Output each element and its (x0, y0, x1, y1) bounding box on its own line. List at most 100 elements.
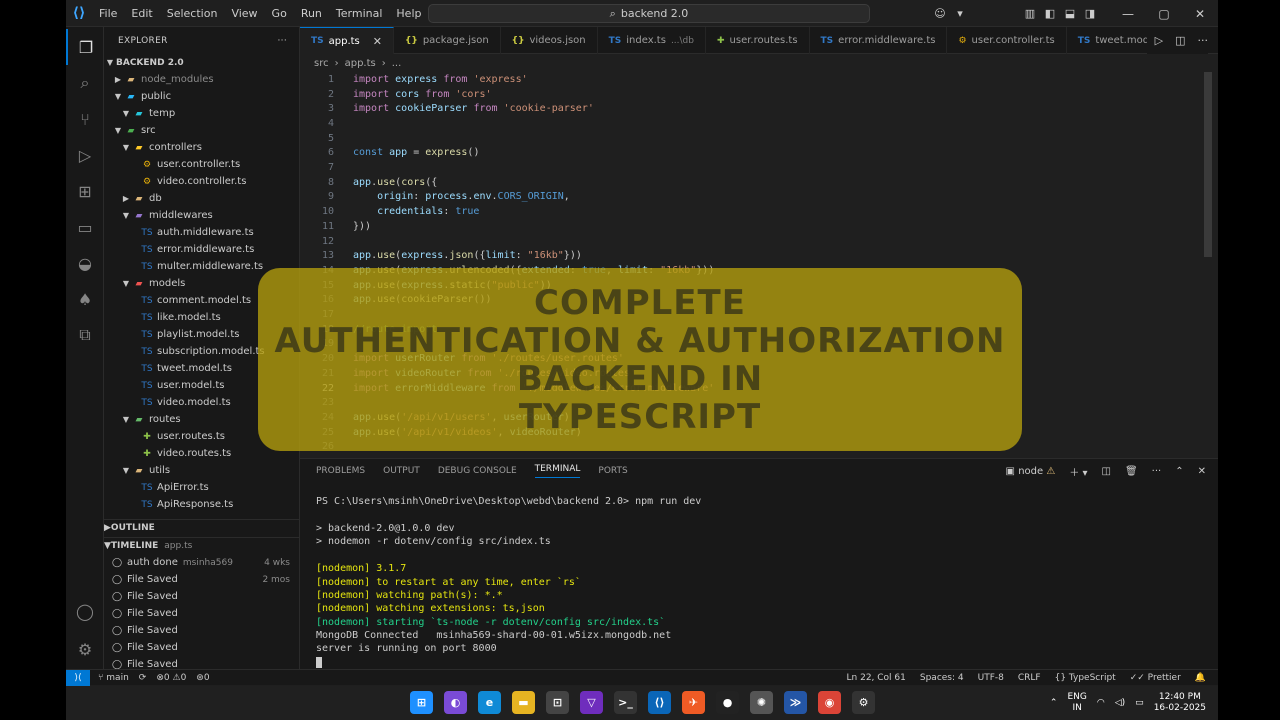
battery-icon[interactable]: ▭ (1135, 698, 1144, 708)
tab-user-routes-ts[interactable]: ✚ user.routes.ts (706, 27, 810, 54)
menu-file[interactable]: File (92, 0, 124, 27)
run-debug-icon[interactable]: ▷ (66, 137, 104, 173)
notifications-icon[interactable]: 🔔 (1195, 673, 1206, 683)
encoding[interactable]: UTF-8 (978, 673, 1004, 683)
split-editor-icon[interactable]: ◫ (1175, 34, 1185, 47)
tree-item[interactable]: ▼ ▰ controllers (104, 139, 299, 156)
app-grid-icon[interactable]: ⊡ (546, 691, 569, 714)
maximize-icon[interactable]: ▢ (1146, 7, 1182, 21)
tree-item[interactable]: ▼ ▰ src (104, 122, 299, 139)
file-explorer-icon[interactable]: ▬ (512, 691, 535, 714)
source-control-icon[interactable]: ⑂ (66, 101, 104, 137)
timeline-entry[interactable]: ◯ File Saved (104, 656, 299, 669)
problems-status[interactable]: ⊗0 ⚠0 (156, 673, 186, 683)
layout-icon[interactable]: ▥ (1020, 7, 1040, 20)
timeline-entry[interactable]: ◯ File Saved (104, 639, 299, 656)
timeline-entry[interactable]: ◯ File Saved 2 mos (104, 571, 299, 588)
github-desktop-icon[interactable]: ● (716, 691, 739, 714)
timeline-entry[interactable]: ◯ auth done msinha569 4 wks (104, 554, 299, 571)
tree-item[interactable]: TS ApiError.ts (104, 479, 299, 496)
new-terminal-icon[interactable]: ＋ ▾ (1069, 464, 1087, 479)
timeline-entry[interactable]: ◯ File Saved (104, 588, 299, 605)
breadcrumb-item[interactable]: ... (392, 58, 402, 69)
toggle-sidebar-icon[interactable]: ◧ (1040, 7, 1060, 20)
menu-edit[interactable]: Edit (124, 0, 159, 27)
tab-error-middleware-ts[interactable]: TS error.middleware.ts (810, 27, 948, 54)
settings-icon[interactable]: ⚙ (852, 691, 875, 714)
split-terminal-icon[interactable]: ◫ (1102, 466, 1111, 477)
close-icon[interactable]: ✕ (1182, 7, 1218, 21)
outline-section-header[interactable]: ▶ OUTLINE (104, 519, 299, 536)
maximize-panel-icon[interactable]: ⌃ (1175, 466, 1183, 477)
tree-item[interactable]: ▼ ▰ public (104, 88, 299, 105)
tree-item[interactable]: ⚙ user.controller.ts (104, 156, 299, 173)
tree-item[interactable]: TS ApiResponse.ts (104, 496, 299, 513)
account-icon[interactable]: ◯ (66, 593, 104, 629)
indentation[interactable]: Spaces: 4 (920, 673, 964, 683)
menu-selection[interactable]: Selection (160, 0, 225, 27)
breadcrumb-item[interactable]: app.ts (345, 58, 376, 69)
close-panel-icon[interactable]: ✕ (1198, 466, 1206, 477)
copilot-icon[interactable]: ◐ (444, 691, 467, 714)
tree-item[interactable]: ▼ ▰ utils (104, 462, 299, 479)
panel-tab-output[interactable]: OUTPUT (383, 466, 420, 476)
panel-tab-ports[interactable]: PORTS (598, 466, 627, 476)
edge-icon[interactable]: e (478, 691, 501, 714)
tab-index-ts[interactable]: TS index.ts ...\db (598, 27, 706, 54)
tab-user-controller-ts[interactable]: ⚙ user.controller.ts (947, 27, 1067, 54)
more-actions-icon[interactable]: ··· (1198, 34, 1209, 47)
tree-item[interactable]: ⚙ video.controller.ts (104, 173, 299, 190)
database-icon[interactable]: ⧉ (66, 317, 104, 353)
terminal-instance[interactable]: ▣ node ⚠ (1006, 466, 1056, 477)
prettier-status[interactable]: ✓✓ Prettier (1130, 673, 1181, 683)
copilot-icon[interactable]: ☺ (930, 7, 950, 20)
volume-icon[interactable]: ◁) (1115, 698, 1125, 708)
menu-go[interactable]: Go (265, 0, 294, 27)
timeline-entry[interactable]: ◯ File Saved (104, 605, 299, 622)
cursor-position[interactable]: Ln 22, Col 61 (847, 673, 906, 683)
toggle-secondary-sidebar-icon[interactable]: ◨ (1080, 7, 1100, 20)
wifi-icon[interactable]: ◠ (1097, 698, 1105, 708)
more-actions-icon[interactable]: ··· (278, 36, 287, 46)
postman-icon[interactable]: ✈ (682, 691, 705, 714)
chevron-up-icon[interactable]: ⌃ (1050, 698, 1058, 708)
editor-scrollbar[interactable] (1204, 72, 1212, 257)
tree-item[interactable]: ▶ ▰ db (104, 190, 299, 207)
timeline-section-header[interactable]: ▼ TIMELINE app.ts (104, 537, 299, 554)
timeline-entry[interactable]: ◯ File Saved (104, 622, 299, 639)
menu-view[interactable]: View (224, 0, 264, 27)
tab-app-ts[interactable]: TS app.ts ✕ (300, 27, 394, 54)
tree-item[interactable]: ▼ ▰ temp (104, 105, 299, 122)
language-indicator[interactable]: ENG IN (1067, 692, 1086, 714)
tree-item[interactable]: ▼ ▰ middlewares (104, 207, 299, 224)
menu-terminal[interactable]: Terminal (329, 0, 390, 27)
tree-item[interactable]: TS error.middleware.ts (104, 241, 299, 258)
close-tab-icon[interactable]: ✕ (373, 35, 382, 48)
clock[interactable]: 12:40 PM 16-02-2025 (1154, 692, 1206, 714)
mongodb-leaf-icon[interactable]: ♠ (66, 281, 104, 317)
vpn-icon[interactable]: ▽ (580, 691, 603, 714)
panel-tab-debug-console[interactable]: DEBUG CONSOLE (438, 466, 517, 476)
tab-package-json[interactable]: {} package.json (394, 27, 501, 54)
vscode-icon[interactable]: ⟨⟩ (648, 691, 671, 714)
chrome-icon[interactable]: ◉ (818, 691, 841, 714)
ports-status[interactable]: ⊛0 (196, 673, 209, 683)
trash-icon[interactable]: 🗑 (1125, 466, 1138, 477)
sync-icon[interactable]: ⟳ (139, 673, 147, 683)
extensions-icon[interactable]: ⊞ (66, 173, 104, 209)
branch-status[interactable]: ⑂ main (98, 673, 129, 683)
gear-icon[interactable]: ⚙ (66, 631, 104, 667)
powershell-icon[interactable]: ≫ (784, 691, 807, 714)
minimize-icon[interactable]: — (1110, 7, 1146, 21)
project-root[interactable]: ▼ BACKEND 2.0 (104, 54, 299, 71)
remote-explorer-icon[interactable]: ▭ (66, 209, 104, 245)
line-ending[interactable]: CRLF (1018, 673, 1041, 683)
panel-tab-terminal[interactable]: TERMINAL (534, 464, 581, 478)
docker-icon[interactable]: ◒ (66, 245, 104, 281)
tree-item[interactable]: TS auth.middleware.ts (104, 224, 299, 241)
windows-start-icon[interactable]: ⊞ (410, 691, 433, 714)
explorer-icon[interactable]: ❐ (66, 29, 104, 65)
menu-run[interactable]: Run (294, 0, 329, 27)
chatgpt-icon[interactable]: ✺ (750, 691, 773, 714)
panel-tab-problems[interactable]: PROBLEMS (316, 466, 365, 476)
